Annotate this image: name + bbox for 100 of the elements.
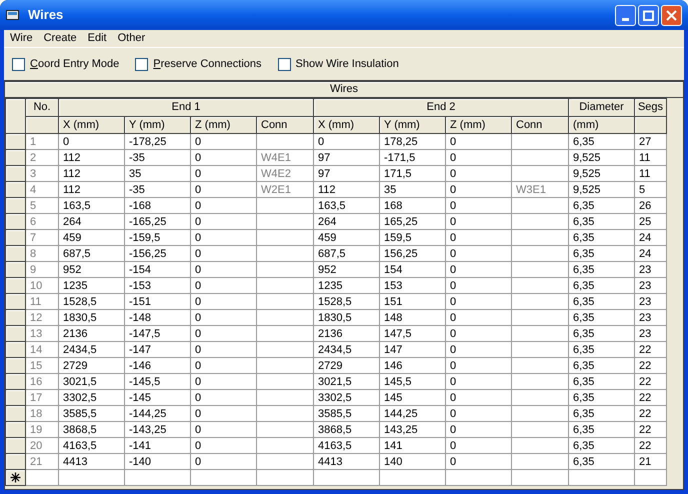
row-selector[interactable]: [6, 246, 26, 262]
table-cell: 4163,5: [58, 438, 124, 454]
row-selector[interactable]: [6, 134, 26, 150]
table-cell: 156,25: [380, 246, 446, 262]
table-cell: [512, 150, 568, 166]
row-selector[interactable]: [6, 214, 26, 230]
table-cell: 9,525: [568, 150, 634, 166]
table-cell: 6,35: [568, 214, 634, 230]
table-cell: 0: [58, 134, 124, 150]
table-cell: [256, 390, 314, 406]
table-cell: 25: [634, 214, 666, 230]
table-cell: 0: [190, 246, 256, 262]
table-cell: 4163,5: [314, 438, 380, 454]
row-selector[interactable]: [6, 406, 26, 422]
table-cell: 6,35: [568, 230, 634, 246]
minimize-icon: [622, 18, 629, 20]
table-cell: W3E1: [512, 182, 568, 198]
table-cell: 0: [446, 262, 512, 278]
row-selector[interactable]: [6, 454, 26, 470]
column-header: Conn: [512, 116, 568, 134]
row-selector[interactable]: [6, 150, 26, 166]
table-cell: 2136: [58, 326, 124, 342]
table-cell: 21: [634, 454, 666, 470]
table-cell: [512, 230, 568, 246]
option-checkbox[interactable]: Coord Entry Mode: [12, 56, 120, 72]
option-checkbox[interactable]: Show Wire Insulation: [278, 56, 399, 72]
table-cell: 165,25: [380, 214, 446, 230]
table-cell: -35: [124, 150, 190, 166]
table-cell: 3: [26, 166, 58, 182]
table-cell: 10: [26, 278, 58, 294]
table-cell: [256, 422, 314, 438]
row-selector[interactable]: [6, 198, 26, 214]
table-cell: 9,525: [568, 166, 634, 182]
maximize-button[interactable]: [638, 4, 659, 26]
table-cell: 0: [190, 326, 256, 342]
table-cell: 0: [446, 422, 512, 438]
table-cell: -146: [124, 358, 190, 374]
option-checkbox[interactable]: Preserve Connections: [135, 56, 262, 72]
table-cell: 0: [446, 230, 512, 246]
row-selector[interactable]: [6, 166, 26, 182]
close-button[interactable]: [661, 4, 682, 26]
table-cell: -178,25: [124, 134, 190, 150]
row-selector[interactable]: [6, 422, 26, 438]
table-cell: 2729: [58, 358, 124, 374]
table-cell: 23: [634, 326, 666, 342]
table-cell: 154: [380, 262, 446, 278]
table-cell: 0: [190, 454, 256, 470]
table-cell: 0: [446, 326, 512, 342]
menu-item[interactable]: Edit: [88, 30, 107, 47]
row-selector[interactable]: [6, 358, 26, 374]
table-cell: [256, 294, 314, 310]
table-cell: 22: [634, 438, 666, 454]
table-cell: 112: [314, 182, 380, 198]
window-title: Wires: [28, 6, 64, 24]
table-cell: 6,35: [568, 326, 634, 342]
row-selector[interactable]: [6, 438, 26, 454]
table-cell: 178,25: [380, 134, 446, 150]
table-cell: 2136: [314, 326, 380, 342]
table-cell: 2: [26, 150, 58, 166]
table-cell: 11: [634, 150, 666, 166]
table-cell: 35: [380, 182, 446, 198]
table-cell: 147,5: [380, 326, 446, 342]
table-cell: 23: [634, 262, 666, 278]
row-selector[interactable]: [6, 342, 26, 358]
row-selector[interactable]: [6, 230, 26, 246]
table-cell: [256, 342, 314, 358]
table-cell: [256, 262, 314, 278]
menu-item[interactable]: Other: [118, 30, 146, 47]
menu-item[interactable]: Create: [44, 30, 77, 47]
row-selector[interactable]: [6, 390, 26, 406]
row-selector[interactable]: [6, 310, 26, 326]
table-cell: 27: [634, 134, 666, 150]
minimize-button[interactable]: [615, 4, 636, 26]
table-cell: 5: [634, 182, 666, 198]
table-cell: [512, 374, 568, 390]
row-selector[interactable]: [6, 374, 26, 390]
table-cell: 147: [380, 342, 446, 358]
table-cell: [512, 134, 568, 150]
menu-item[interactable]: Wire: [10, 30, 33, 47]
table-cell: 6,35: [568, 358, 634, 374]
row-selector[interactable]: [6, 326, 26, 342]
table-cell: 0: [190, 406, 256, 422]
table-cell: W4E2: [256, 166, 314, 182]
table-cell: 23: [634, 278, 666, 294]
table-cell: [256, 358, 314, 374]
table-cell: 1: [26, 134, 58, 150]
row-selector[interactable]: [6, 294, 26, 310]
table-cell: -35: [124, 182, 190, 198]
table-cell: 6,35: [568, 374, 634, 390]
table-cell: 0: [190, 198, 256, 214]
table-cell: [512, 406, 568, 422]
row-selector[interactable]: [6, 278, 26, 294]
row-selector[interactable]: [6, 182, 26, 198]
table-cell: 146: [380, 358, 446, 374]
row-selector[interactable]: [6, 262, 26, 278]
table-cell: 0: [446, 390, 512, 406]
row-selector[interactable]: [6, 470, 26, 486]
table-cell: 4413: [314, 454, 380, 470]
table-cell: 2434,5: [58, 342, 124, 358]
table-cell: 0: [446, 358, 512, 374]
